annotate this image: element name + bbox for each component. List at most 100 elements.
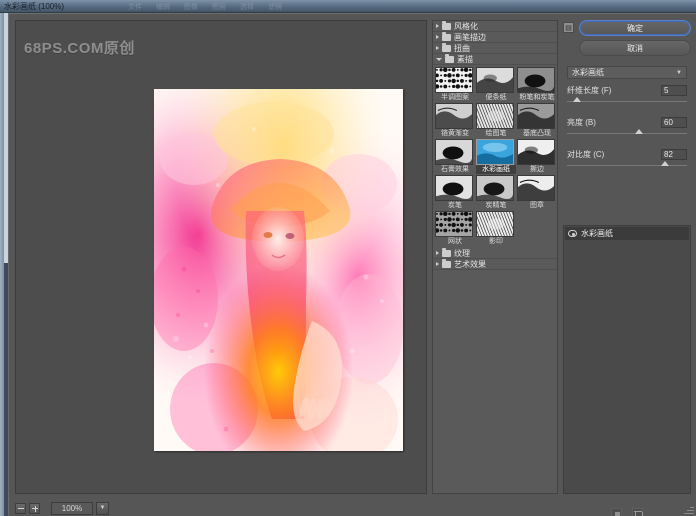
filter-thumbnail-image (435, 103, 473, 129)
menu-item-select[interactable]: 选择 (240, 2, 254, 12)
filter-thumbnail[interactable]: 基底凸现 (517, 103, 557, 138)
filter-thumbnail[interactable]: 炭精笔 (476, 175, 516, 210)
effect-layer-toolbar (563, 504, 691, 516)
effect-layer-list[interactable]: 水彩画纸 (563, 225, 691, 494)
folder-icon (442, 21, 451, 30)
folder-icon (442, 31, 451, 41)
background-menu-bar: 文件 编辑 图像 图层 选择 滤镜 (128, 2, 282, 12)
slider-contrast[interactable]: 对比度 (C) 82 (567, 148, 687, 166)
disclosure-triangle-icon[interactable] (436, 35, 439, 39)
disclosure-triangle-icon[interactable] (436, 57, 442, 61)
filter-thumbnail-image (476, 139, 514, 165)
filter-thumbnail[interactable]: 撕边 (517, 139, 557, 174)
preview-pane[interactable]: 68PS.COM原创 (15, 20, 427, 494)
folder-icon (442, 247, 451, 257)
filter-thumbnail-label: 绘图笔 (485, 130, 507, 137)
slider-value[interactable]: 60 (661, 116, 687, 128)
resize-grip[interactable] (684, 504, 694, 514)
filter-thumbnail-label: 半调图案 (441, 94, 469, 101)
filter-thumbnail[interactable]: 绘图笔 (476, 103, 516, 138)
slider-knob[interactable] (635, 129, 643, 134)
filter-thumbnail-label: 石膏效果 (441, 166, 469, 173)
filter-thumbnail-grid[interactable]: 半调图案 便条纸 粉笔和炭笔 铬黄渐变 绘图笔 基底凸现 石膏效果 水彩画纸 撕… (433, 65, 557, 248)
filter-thumbnail[interactable]: 炭笔 (435, 175, 475, 210)
slider-fiber-length[interactable]: 纤维长度 (F) 5 (567, 84, 687, 102)
filter-thumbnail-image (476, 211, 514, 237)
eye-icon[interactable] (568, 230, 577, 237)
slider-track[interactable] (567, 97, 687, 102)
filter-thumbnail-label: 撕边 (530, 166, 544, 173)
filter-thumbnail[interactable]: 石膏效果 (435, 139, 475, 174)
filter-thumbnail-image (476, 175, 514, 201)
menu-item-file[interactable]: 文件 (128, 2, 142, 12)
slider-track[interactable] (567, 129, 687, 134)
filter-thumbnail-image (435, 67, 473, 93)
zoom-level-value[interactable]: 100% (51, 501, 93, 515)
disclosure-triangle-icon[interactable] (436, 251, 439, 255)
folder-icon (442, 42, 451, 52)
menu-item-edit[interactable]: 编辑 (156, 2, 170, 12)
filter-category-texture[interactable]: 纹理 (433, 247, 557, 259)
settings-column: ▤ 确定 取消 水彩画纸 ▼ 纤维长度 (F) 5 亮度 (B) 60 对比度 … (563, 20, 691, 516)
chevron-down-icon: ▼ (676, 69, 682, 76)
filter-thumbnail[interactable]: 影印 (476, 211, 516, 246)
disclosure-triangle-icon[interactable] (436, 24, 439, 28)
chevron-down-icon[interactable]: ▼ (96, 501, 109, 515)
category-label: 素描 (457, 54, 473, 64)
cancel-button[interactable]: 取消 (579, 40, 691, 56)
photoshop-filter-gallery-window: 水彩画纸 (100%) 文件 编辑 图像 图层 选择 滤镜 68PS.COM原创 (0, 0, 696, 516)
menu-item-image[interactable]: 图像 (184, 2, 198, 12)
preview-canvas[interactable] (154, 89, 403, 451)
menu-item-layer[interactable]: 图层 (212, 2, 226, 12)
filter-category-list[interactable]: 风格化 画笔描边 扭曲 素描 半调图案 便条纸 粉笔和炭笔 铬黄渐变 绘图笔 基… (432, 20, 558, 494)
new-effect-layer-icon[interactable] (611, 507, 622, 516)
slider-knob[interactable] (661, 161, 670, 166)
preset-menu-icon[interactable]: ▤ (563, 22, 574, 33)
slider-value[interactable]: 82 (661, 148, 687, 160)
filter-thumbnail[interactable]: 粉笔和炭笔 (517, 67, 557, 102)
filter-thumbnail-image (517, 103, 555, 129)
filter-thumbnail[interactable]: 图章 (517, 175, 557, 210)
preview-zoom-toolbar: 100% ▼ (15, 500, 427, 516)
folder-icon (442, 258, 451, 268)
category-label: 纹理 (454, 248, 470, 258)
effect-layer-item[interactable]: 水彩画纸 (565, 227, 689, 240)
category-label: 艺术效果 (454, 259, 486, 269)
filter-thumbnail-image (476, 67, 514, 93)
filter-category-stylize[interactable]: 风格化 (433, 21, 557, 32)
slider-brightness[interactable]: 亮度 (B) 60 (567, 116, 687, 134)
filter-thumbnail[interactable]: 网状 (435, 211, 475, 246)
filter-thumbnail-image (517, 67, 555, 93)
filter-name-dropdown[interactable]: 水彩画纸 ▼ (567, 66, 687, 79)
ok-button[interactable]: 确定 (579, 20, 691, 36)
slider-value[interactable]: 5 (661, 84, 687, 96)
filter-category-distort[interactable]: 扭曲 (433, 42, 557, 54)
disclosure-triangle-icon[interactable] (436, 262, 439, 266)
zoom-in-icon[interactable] (29, 502, 40, 514)
filter-thumbnail-label: 影印 (489, 238, 503, 245)
slider-knob[interactable] (572, 97, 581, 102)
window-titlebar: 水彩画纸 (100%) 文件 编辑 图像 图层 选择 滤镜 (0, 0, 696, 13)
zoom-out-icon[interactable] (15, 502, 26, 514)
slider-label: 纤维长度 (F) (567, 85, 612, 95)
filter-name-value: 水彩画纸 (572, 68, 604, 77)
slider-label: 对比度 (C) (567, 149, 605, 159)
filter-thumbnail[interactable]: 便条纸 (476, 67, 516, 102)
slider-track[interactable] (567, 161, 687, 166)
category-label: 风格化 (454, 21, 478, 31)
disclosure-triangle-icon[interactable] (436, 46, 439, 50)
filter-thumbnail-label: 炭精笔 (485, 202, 507, 209)
filter-thumbnail[interactable]: 水彩画纸 (476, 139, 516, 174)
filter-category-brush-strokes[interactable]: 画笔描边 (433, 31, 557, 43)
filter-thumbnail-image (435, 211, 473, 237)
slider-label: 亮度 (B) (567, 117, 596, 127)
filter-category-artistic[interactable]: 艺术效果 (433, 258, 557, 270)
filter-category-sketch[interactable]: 素描 (433, 53, 557, 65)
filter-thumbnail-label: 铬黄渐变 (441, 130, 469, 137)
filter-thumbnail[interactable]: 半调图案 (435, 67, 475, 102)
window-title: 水彩画纸 (100%) (4, 1, 65, 11)
trash-icon[interactable] (632, 507, 643, 516)
filter-thumbnail[interactable]: 铬黄渐变 (435, 103, 475, 138)
menu-item-filter[interactable]: 滤镜 (268, 2, 282, 12)
category-label: 画笔描边 (454, 32, 486, 42)
